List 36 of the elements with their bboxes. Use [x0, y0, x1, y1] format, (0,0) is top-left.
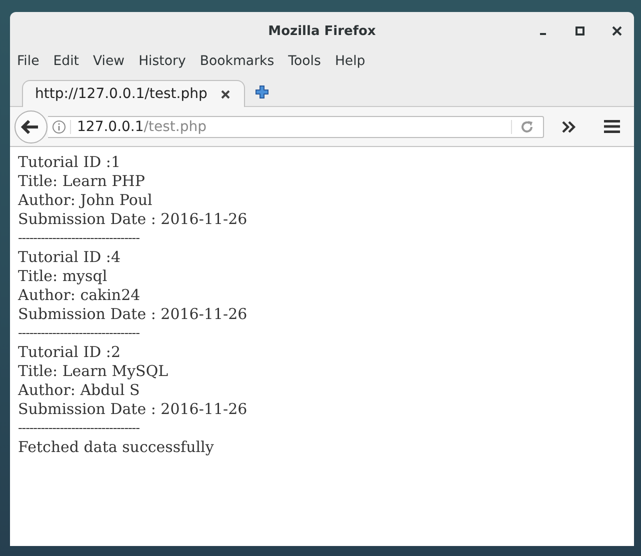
text-line: Title: Learn PHP: [18, 172, 146, 191]
text-line: Author: Abdul S: [18, 381, 141, 400]
menu-icon[interactable]: [604, 120, 620, 133]
text-line: Title: Learn MySQL: [18, 362, 170, 381]
close-icon[interactable]: [612, 26, 622, 36]
text-line: Submission Date : 2016-11-26: [18, 210, 248, 229]
text-line: Tutorial ID :4: [18, 248, 122, 267]
text-line: Author: John Poul: [18, 191, 154, 210]
info-icon[interactable]: [52, 120, 71, 134]
menu-item[interactable]: History: [138, 54, 193, 78]
window-title: Mozilla Firefox: [268, 24, 376, 38]
overflow-icon[interactable]: [562, 120, 576, 132]
separator-line: --------------------------------: [18, 325, 140, 343]
close-icon[interactable]: [221, 90, 230, 98]
text-line: Submission Date : 2016-11-26: [18, 305, 248, 324]
text-line: Tutorial ID :2: [18, 343, 122, 362]
url-text: 127.0.0.1/test.php: [77, 118, 208, 134]
separator-line: --------------------------------: [18, 420, 140, 438]
menu-item[interactable]: Help: [334, 54, 372, 78]
menu-item[interactable]: View: [93, 54, 132, 78]
menu-item[interactable]: Edit: [53, 54, 86, 78]
address-field[interactable]: 127.0.0.1/test.php: [48, 116, 544, 138]
text-line: Author: cakin24: [18, 286, 142, 305]
back-button[interactable]: [14, 110, 48, 144]
menu-item[interactable]: Bookmarks: [200, 54, 282, 78]
text-line: Title: mysql: [18, 267, 108, 286]
menu-item[interactable]: Tools: [288, 54, 328, 78]
maximize-icon[interactable]: [575, 26, 585, 36]
menu-item[interactable]: File: [16, 54, 46, 78]
text-line: Tutorial ID :1: [18, 153, 122, 172]
separator-line: --------------------------------: [18, 230, 140, 248]
status-message: Fetched data successfully: [18, 438, 215, 457]
new-tab-icon[interactable]: [255, 85, 270, 99]
browser-tab[interactable]: http://127.0.0.1/test.php: [22, 80, 246, 107]
text-line: Submission Date : 2016-11-26: [18, 400, 248, 419]
reload-icon[interactable]: [511, 120, 534, 134]
